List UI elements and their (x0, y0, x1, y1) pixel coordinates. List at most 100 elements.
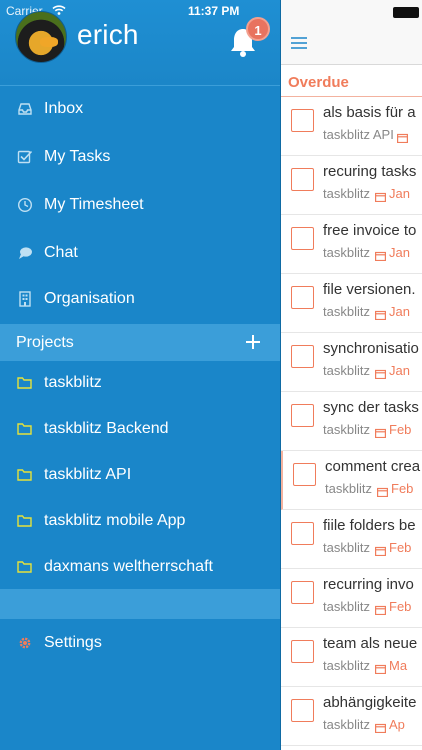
chat-bubble-icon (19, 247, 32, 259)
building-icon (19, 291, 31, 307)
project-item-taskblitz-backend[interactable]: taskblitz Backend (0, 407, 280, 453)
task-due-date: Ma (389, 658, 408, 673)
task-checkbox[interactable] (291, 227, 314, 250)
task-title: free invoice to (323, 222, 417, 239)
status-time: 11:37 PM (188, 4, 240, 18)
calendar-icon (397, 130, 409, 144)
avatar[interactable] (15, 11, 67, 63)
task-project: taskblitz (323, 186, 370, 201)
hamburger-menu-icon[interactable] (291, 37, 307, 49)
selected-row-highlight[interactable] (0, 589, 280, 619)
task-project: taskblitz (323, 599, 370, 614)
task-checkbox[interactable] (291, 286, 314, 309)
calendar-icon (375, 366, 387, 380)
calendar-icon (375, 248, 387, 262)
project-item-label: taskblitz API (44, 466, 132, 483)
navigation-sidebar: Carrier 11:37 PM erich 1 Inbox My Tasks (0, 0, 280, 750)
task-row[interactable]: fiile folders be taskblitz Feb (281, 510, 422, 569)
task-checkbox[interactable] (293, 463, 316, 486)
nav-item-label: Inbox (44, 100, 84, 117)
task-project: taskblitz (323, 245, 370, 260)
calendar-icon (375, 720, 387, 734)
task-row[interactable]: team als neue taskblitz Ma (281, 628, 422, 687)
project-item-label: daxmans weltherrschaft (44, 558, 213, 575)
calendar-icon (375, 307, 387, 321)
calendar-icon (375, 602, 387, 616)
nav-item-settings[interactable]: Settings (0, 620, 280, 668)
nav-item-chat[interactable]: Chat (0, 230, 280, 278)
task-row[interactable]: als basis für a taskblitz API (281, 97, 422, 156)
inbox-icon (18, 103, 32, 115)
task-row[interactable]: synchronisatio taskblitz Jan (281, 333, 422, 392)
task-due-date: Jan (389, 186, 410, 201)
task-row[interactable]: recurring invo taskblitz Feb (281, 569, 422, 628)
nav-item-label: My Tasks (44, 148, 111, 165)
calendar-icon (375, 189, 387, 203)
task-row[interactable]: comment crea taskblitz Feb (281, 451, 422, 510)
nav-item-inbox[interactable]: Inbox (0, 86, 280, 134)
wifi-icon (52, 5, 66, 15)
task-project: taskblitz (323, 540, 370, 555)
task-project: taskblitz (325, 481, 372, 496)
nav-item-label: Settings (44, 634, 102, 651)
task-checkbox[interactable] (291, 640, 314, 663)
task-checkbox[interactable] (291, 699, 314, 722)
task-project: taskblitz (323, 304, 370, 319)
task-row[interactable]: file versionen. taskblitz Jan (281, 274, 422, 333)
task-title: als basis für a (323, 104, 416, 121)
task-checkbox[interactable] (291, 345, 314, 368)
task-project: taskblitz API (323, 127, 394, 142)
project-item-label: taskblitz (44, 374, 102, 391)
task-due-date: Feb (391, 481, 414, 496)
project-item-taskblitz[interactable]: taskblitz (0, 361, 280, 407)
project-item-label: taskblitz Backend (44, 420, 169, 437)
nav-item-label: Organisation (44, 290, 135, 307)
task-checkbox[interactable] (291, 404, 314, 427)
project-item-label: taskblitz mobile App (44, 512, 186, 529)
nav-item-my-tasks[interactable]: My Tasks (0, 134, 280, 182)
calendar-icon (375, 661, 387, 675)
calendar-icon (375, 543, 387, 557)
task-title: fiile folders be (323, 517, 416, 534)
checkbox-icon (17, 150, 33, 164)
task-project: taskblitz (323, 658, 370, 673)
task-title: file versionen. (323, 281, 416, 298)
folder-icon (17, 469, 32, 481)
task-due-date: Feb (389, 599, 412, 614)
task-checkbox[interactable] (291, 168, 314, 191)
clock-icon (17, 197, 33, 213)
project-item-daxmans-weltherrschaft[interactable]: daxmans weltherrschaft (0, 545, 280, 591)
task-row[interactable]: recuring tasks taskblitz Jan (281, 156, 422, 215)
task-title: synchronisatio (323, 340, 419, 357)
calendar-icon (375, 425, 387, 439)
notification-badge[interactable]: 1 (246, 17, 270, 41)
task-title: sync der tasks (323, 399, 419, 416)
profile-header: Carrier 11:37 PM erich 1 (0, 0, 280, 86)
task-title: team als neue (323, 635, 418, 652)
task-title: comment crea (325, 458, 421, 475)
folder-icon (17, 515, 32, 527)
projects-title: Projects (16, 334, 74, 351)
nav-item-organisation[interactable]: Organisation (0, 276, 280, 324)
project-item-taskblitz-mobile-app[interactable]: taskblitz mobile App (0, 499, 280, 545)
nav-item-my-timesheet[interactable]: My Timesheet (0, 182, 280, 230)
panel-navbar (281, 0, 422, 65)
folder-icon (17, 377, 32, 389)
add-project-button[interactable] (243, 332, 263, 352)
calendar-icon (377, 484, 389, 498)
task-row[interactable]: free invoice to taskblitz Jan (281, 215, 422, 274)
task-checkbox[interactable] (291, 581, 314, 604)
task-title: recuring tasks (323, 163, 417, 180)
project-item-taskblitz-api[interactable]: taskblitz API (0, 453, 280, 499)
task-due-date: Jan (389, 304, 410, 319)
task-checkbox[interactable] (291, 109, 314, 132)
task-due-date: Feb (389, 540, 412, 555)
nav-item-label: Chat (44, 244, 78, 261)
folder-icon (17, 561, 32, 573)
task-row[interactable]: abhängigkeite taskblitz Ap (281, 687, 422, 746)
task-due-date: Feb (389, 422, 412, 437)
task-title: recurring invo (323, 576, 414, 593)
task-checkbox[interactable] (291, 522, 314, 545)
username[interactable]: erich (77, 19, 139, 51)
task-row[interactable]: sync der tasks taskblitz Feb (281, 392, 422, 451)
